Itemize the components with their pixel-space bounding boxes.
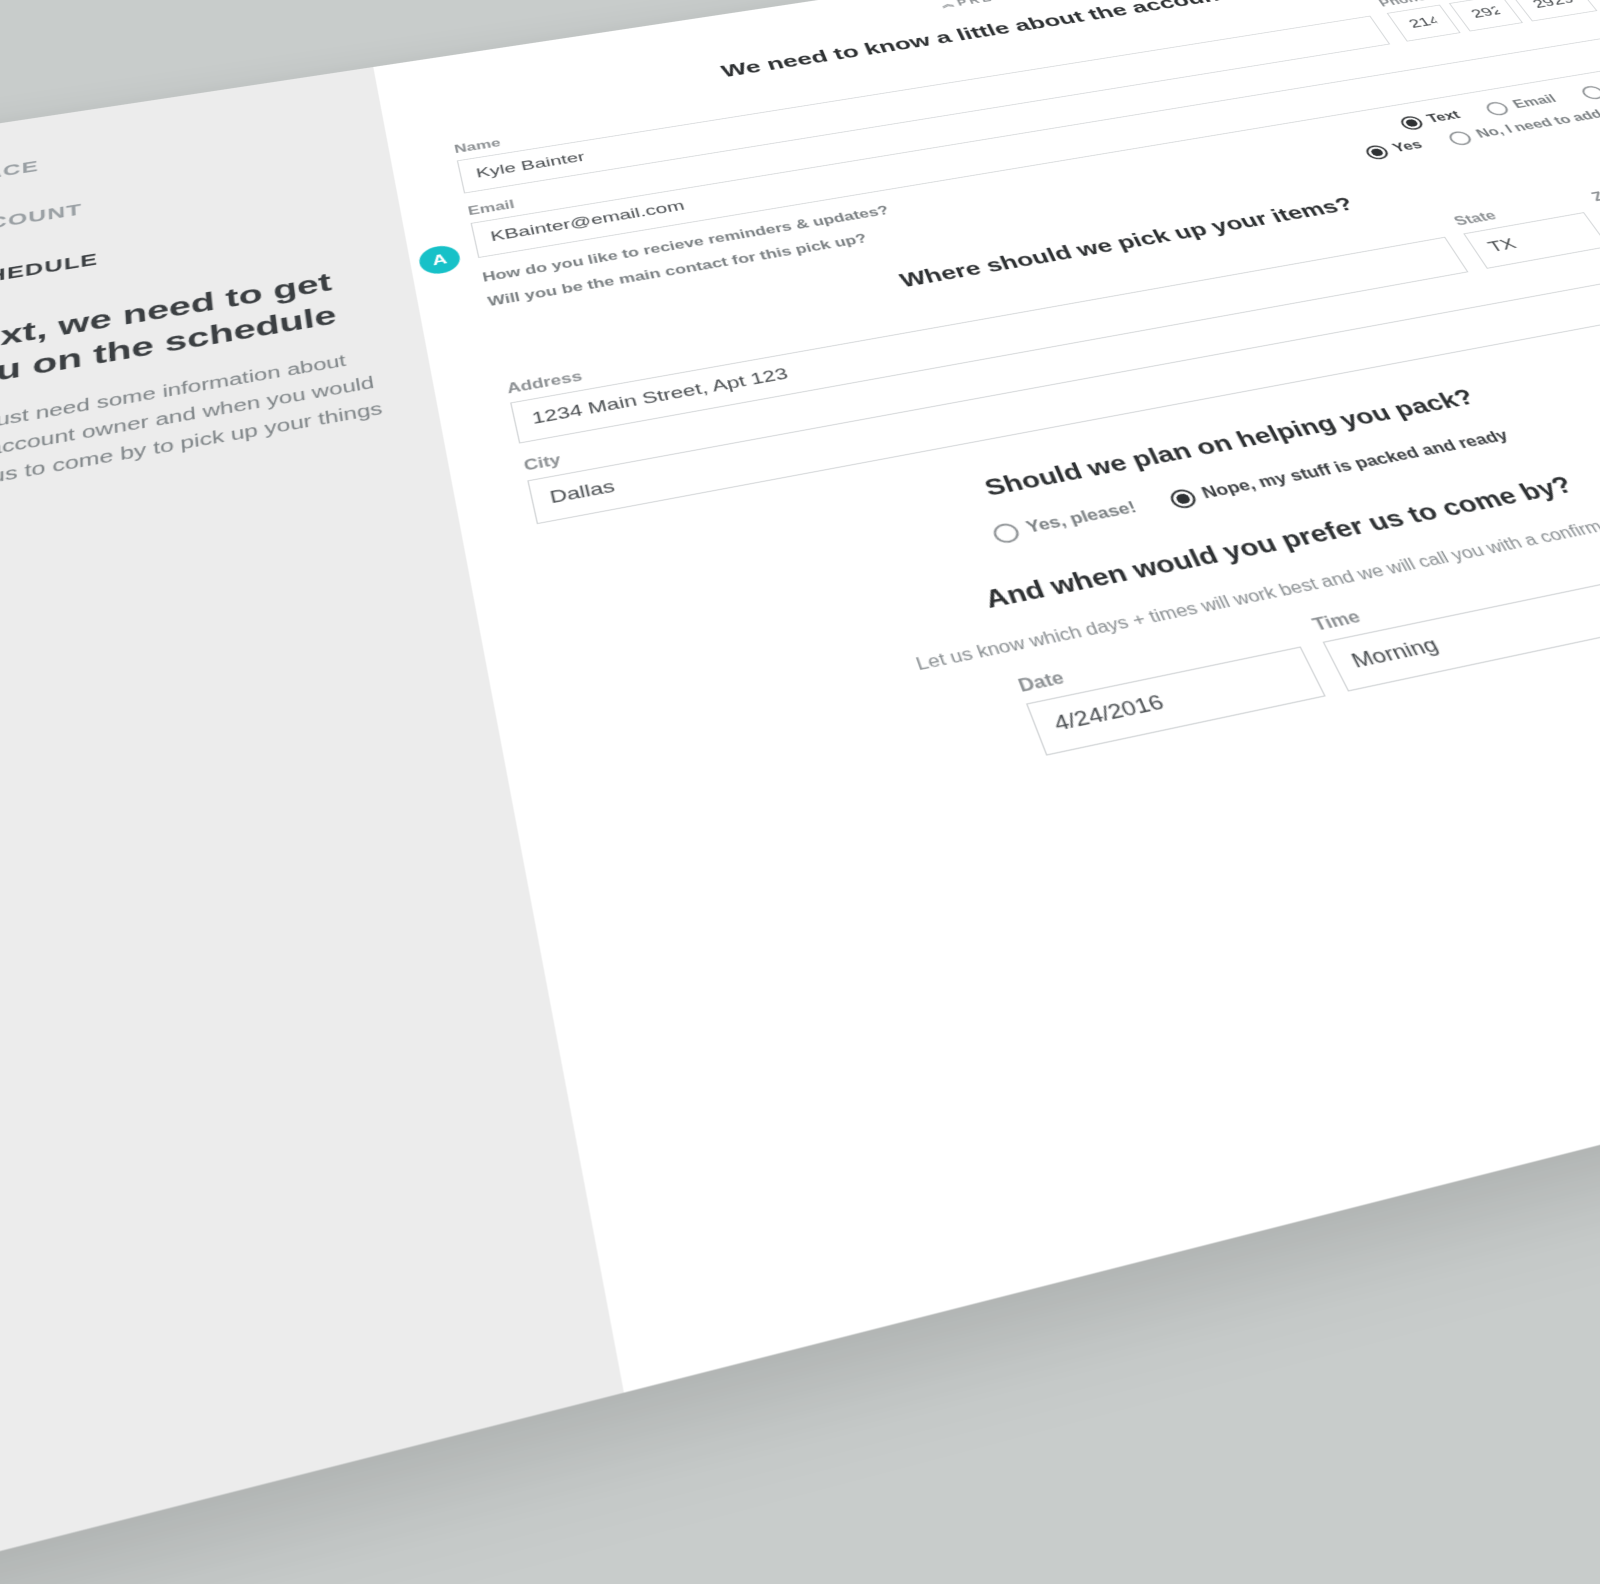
phone-input-1[interactable] — [1387, 5, 1461, 42]
phone-input-3[interactable] — [1510, 0, 1597, 21]
previous-label: PREVIOUS — [955, 0, 1050, 8]
radio-dot-icon — [1167, 488, 1199, 511]
radio-text[interactable]: Text — [1397, 109, 1464, 132]
radio-yes[interactable]: Yes — [1363, 138, 1426, 161]
radio-pack-yes[interactable]: Yes, please! — [990, 499, 1140, 545]
zip-label: Zip Code — [1589, 168, 1600, 205]
radio-dot-icon — [990, 522, 1022, 545]
radio-phone[interactable]: Phone — [1579, 76, 1600, 101]
radio-dot-icon — [1579, 85, 1600, 101]
radio-email[interactable]: Email — [1483, 93, 1560, 117]
radio-dot-icon — [1483, 101, 1511, 117]
phone-input-2[interactable] — [1449, 0, 1523, 31]
radio-dot-icon — [1446, 130, 1475, 147]
step-badge-a: A — [417, 243, 462, 276]
chevron-up-icon: ︽ — [940, 0, 953, 9]
